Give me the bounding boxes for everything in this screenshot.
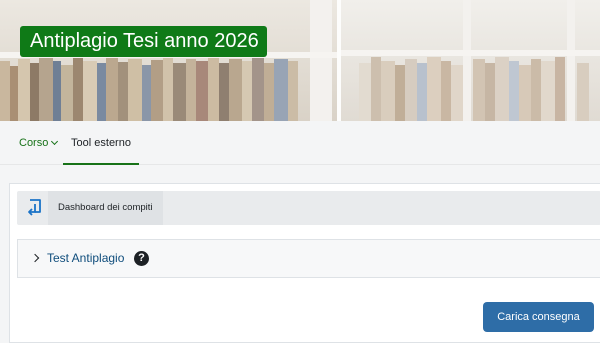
chevron-right-icon[interactable] — [30, 253, 40, 263]
bookshelf-image-right — [341, 0, 600, 121]
main-content: Dashboard dei compiti Test Antiplagio ? … — [9, 183, 600, 343]
question-circle-icon[interactable]: ? — [134, 251, 149, 266]
dashboard-bar: Dashboard dei compiti — [17, 191, 600, 225]
course-title: Antiplagio Tesi anno 2026 — [20, 26, 267, 57]
chevron-down-icon — [51, 137, 59, 146]
dashboard-button[interactable]: Dashboard dei compiti — [48, 191, 163, 225]
section-title[interactable]: Test Antiplagio — [47, 240, 124, 277]
tab-tool-esterno[interactable]: Tool esterno — [63, 121, 139, 165]
course-banner: Antiplagio Tesi anno 2026 — [0, 0, 600, 121]
submit-button[interactable]: Carica consegna — [483, 302, 594, 332]
section-test-antiplagio[interactable]: Test Antiplagio ? — [17, 239, 600, 278]
bookshelf-image-left — [0, 0, 337, 121]
tab-corso-label: Corso — [19, 137, 49, 149]
tab-corso[interactable]: Corso — [19, 121, 59, 165]
return-arrow-icon[interactable] — [25, 198, 45, 218]
secondary-nav: Corso Tool esterno — [0, 121, 600, 165]
tab-tool-esterno-label: Tool esterno — [71, 137, 131, 149]
